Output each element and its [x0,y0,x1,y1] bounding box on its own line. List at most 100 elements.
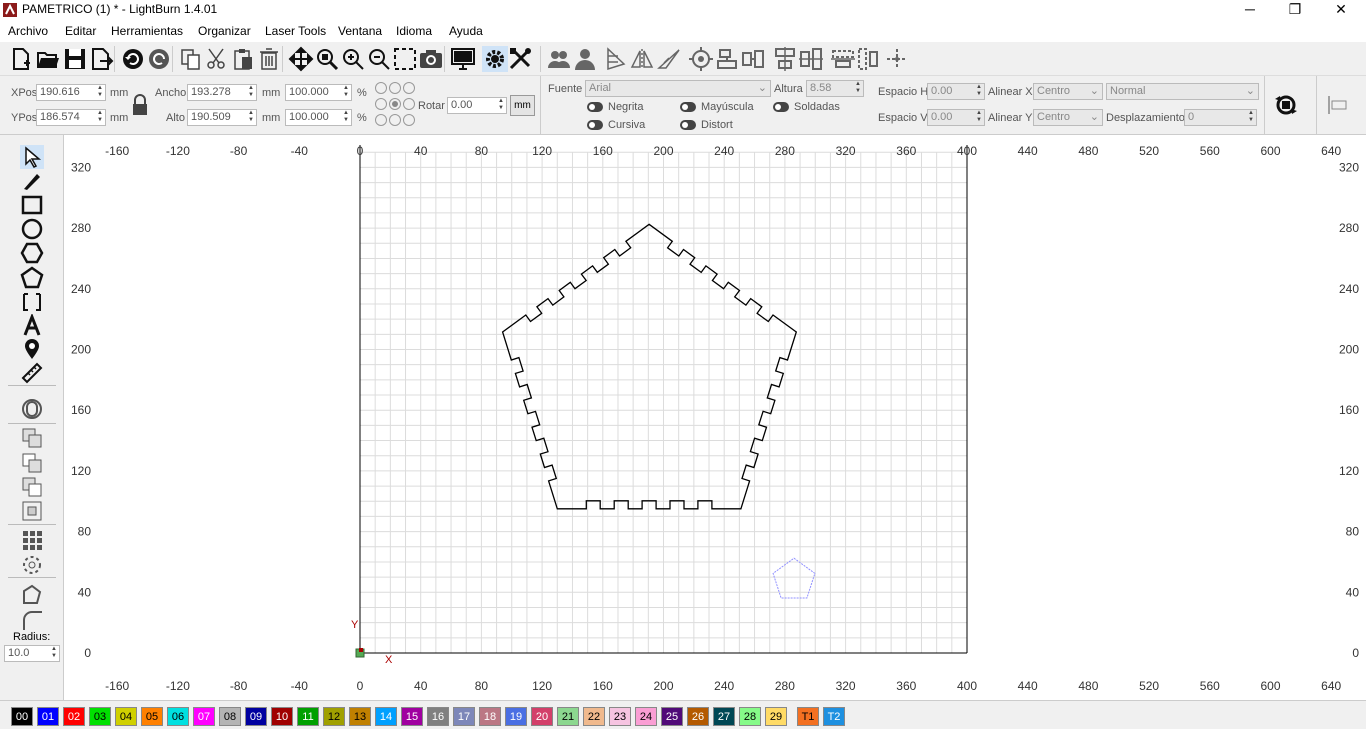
align-left-icon[interactable] [714,46,740,72]
palette-swatch-21[interactable]: 21 [557,707,579,726]
align-top-icon[interactable] [772,46,798,72]
device-monitor-icon[interactable] [450,46,476,72]
rotate-field[interactable]: 0.00 ▲ ▼ [447,97,507,114]
menu-ayuda[interactable]: Ayuda [449,24,483,38]
distort-toggle[interactable] [680,120,696,130]
user-icon[interactable] [572,46,598,72]
undo-icon[interactable] [120,46,146,72]
palette-swatch-12[interactable]: 12 [323,707,345,726]
menu-idioma[interactable]: Idioma [396,24,432,38]
palette-swatch-13[interactable]: 13 [349,707,371,726]
palette-swatch-08[interactable]: 08 [219,707,241,726]
boolean-union-icon[interactable] [20,451,44,475]
tabbed-pentagon-shape[interactable] [501,223,798,510]
menu-editar[interactable]: Editar [65,24,96,38]
height-field[interactable]: 190.509 ▲ ▼ [187,109,257,126]
palette-swatch-03[interactable]: 03 [89,707,111,726]
align-y-select[interactable]: Centro ⌄ [1033,109,1103,126]
menu-archivo[interactable]: Archivo [8,24,48,38]
menu-laser-tools[interactable]: Laser Tools [265,24,326,38]
save-file-icon[interactable] [62,46,88,72]
xpos-spinner[interactable]: ▲ ▼ [95,85,105,100]
apply-text-refresh-icon[interactable] [1273,92,1299,118]
zoom-frame-icon[interactable] [392,46,418,72]
measure-ruler-icon[interactable] [20,361,44,385]
palette-swatch-15[interactable]: 15 [401,707,423,726]
palette-swatch-24[interactable]: 24 [635,707,657,726]
menu-organizar[interactable]: Organizar [198,24,251,38]
select-arrow-icon[interactable] [20,145,44,169]
rotate-mirror-icon[interactable] [656,46,682,72]
zoom-in-icon[interactable] [340,46,366,72]
width-field[interactable]: 193.278 ▲ ▼ [187,84,257,101]
palette-swatch-25[interactable]: 25 [661,707,683,726]
hspace-field[interactable]: 0.00 ▲ ▼ [927,83,985,100]
palette-swatch-t1[interactable]: T1 [797,707,819,726]
canvas-svg[interactable]: -160 -160 -120 -120 -80 -80 -40 -40 0 0 40 40 80 80 12… [64,135,1366,700]
scale-width-spinner[interactable]: ▲ ▼ [341,85,351,100]
copy-icon[interactable] [178,46,204,72]
text-height-spinner[interactable]: ▲ ▼ [853,81,863,96]
boolean-subtract-icon[interactable] [20,475,44,499]
ypos-spinner[interactable]: ▲ ▼ [95,110,105,125]
menu-herramientas[interactable]: Herramientas [111,24,183,38]
palette-swatch-28[interactable]: 28 [739,707,761,726]
new-file-icon[interactable] [8,46,34,72]
palette-swatch-26[interactable]: 26 [687,707,709,726]
welded-toggle[interactable] [773,102,789,112]
scale-height-spinner[interactable]: ▲ ▼ [341,110,351,125]
ypos-field[interactable]: 186.574 ▲ ▼ [36,109,106,126]
grid-array-icon[interactable] [20,528,44,552]
palette-swatch-10[interactable]: 10 [271,707,293,726]
mirror-horizontal-icon[interactable] [604,46,630,72]
settings-gear-icon[interactable] [482,46,508,72]
palette-swatch-29[interactable]: 29 [765,707,787,726]
scale-width-field[interactable]: 100.000 ▲ ▼ [285,84,352,101]
bold-toggle[interactable] [587,102,603,112]
offset-field[interactable]: 0 ▲ ▼ [1184,109,1257,126]
location-pin-icon[interactable] [20,337,44,361]
palette-swatch-06[interactable]: 06 [167,707,189,726]
scale-height-field[interactable]: 100.000 ▲ ▼ [285,109,352,126]
anchor-point-grid[interactable] [374,80,416,130]
zoom-in-selection-icon[interactable] [314,46,340,72]
text-height-field[interactable]: 8.58 ▲ ▼ [806,80,864,97]
palette-swatch-18[interactable]: 18 [479,707,501,726]
export-file-icon[interactable] [88,46,114,72]
palette-swatch-01[interactable]: 01 [37,707,59,726]
palette-swatch-19[interactable]: 19 [505,707,527,726]
restore-button[interactable]: ❐ [1272,0,1318,20]
units-mm-button[interactable]: mm [510,95,535,116]
palette-swatch-04[interactable]: 04 [115,707,137,726]
boolean-intersect-icon[interactable] [20,499,44,523]
text-A-icon[interactable] [20,312,44,338]
palette-swatch-17[interactable]: 17 [453,707,475,726]
vspace-spinner[interactable]: ▲ ▼ [974,110,984,125]
polygon-icon[interactable] [20,241,44,265]
distribute-icon[interactable] [830,46,856,72]
convert-path-icon[interactable] [20,583,44,607]
close-button[interactable]: ✕ [1318,0,1364,20]
zoom-out-icon[interactable] [366,46,392,72]
distribute-horizontal-icon[interactable] [740,46,766,72]
weld-icon[interactable] [20,426,44,450]
offset-ring-icon[interactable] [20,397,44,421]
distribute-vertical-icon[interactable] [856,46,882,72]
offset-spinner[interactable]: ▲ ▼ [1246,110,1256,125]
align-panel-icon[interactable] [1326,94,1350,116]
palette-swatch-16[interactable]: 16 [427,707,449,726]
mirror-vertical-icon[interactable] [630,46,656,72]
palette-swatch-22[interactable]: 22 [583,707,605,726]
delete-icon[interactable] [256,46,282,72]
palette-swatch-02[interactable]: 02 [63,707,85,726]
palette-swatch-20[interactable]: 20 [531,707,553,726]
workspace-canvas[interactable]: -160 -160 -120 -120 -80 -80 -40 -40 0 0 40 40 80 80 12… [64,135,1366,700]
cut-icon[interactable] [204,46,230,72]
radius-spinner[interactable]: ▲ ▼ [49,646,59,661]
corner-radius-icon[interactable] [20,608,44,632]
radius-field[interactable]: 10.0 ▲ ▼ [4,645,60,662]
group-users-icon[interactable] [546,46,572,72]
text-mode-select[interactable]: Normal ⌄ [1106,83,1259,100]
ellipse-icon[interactable] [20,217,44,241]
palette-swatch-05[interactable]: 05 [141,707,163,726]
